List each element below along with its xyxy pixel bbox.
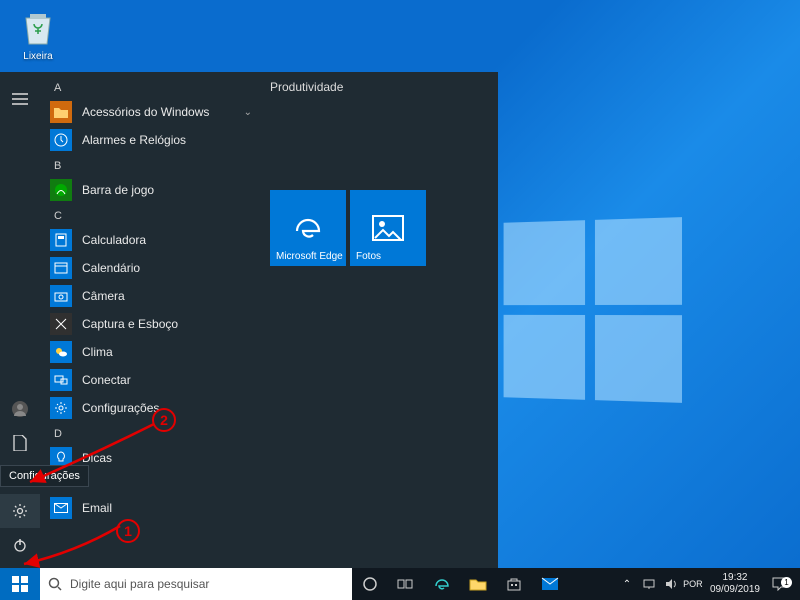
app-label: Alarmes e Relógios bbox=[82, 133, 186, 147]
windows-icon bbox=[12, 576, 28, 592]
calendar-icon bbox=[50, 257, 72, 279]
rail-settings-button[interactable] bbox=[0, 494, 40, 528]
search-icon bbox=[48, 577, 62, 591]
tile-fotos[interactable]: Fotos bbox=[350, 190, 426, 266]
app-item-acessorios[interactable]: Acessórios do Windows ⌄ bbox=[40, 98, 260, 126]
app-label: Clima bbox=[82, 345, 113, 359]
app-item-configuracoes[interactable]: Configurações bbox=[40, 394, 260, 422]
app-label: Calculadora bbox=[82, 233, 146, 247]
rail-expand-button[interactable] bbox=[0, 82, 40, 116]
clock-time: 19:32 bbox=[710, 572, 760, 584]
app-label: Captura e Esboço bbox=[82, 317, 178, 331]
start-menu: A Acessórios do Windows ⌄ Alarmes e Reló… bbox=[0, 72, 498, 568]
recycle-bin-icon bbox=[18, 8, 58, 48]
taskbar-mail[interactable] bbox=[532, 568, 568, 600]
notification-badge: 1 bbox=[781, 577, 792, 588]
photos-icon bbox=[371, 208, 405, 248]
start-menu-rail bbox=[0, 72, 40, 568]
app-label: Acessórios do Windows bbox=[82, 105, 209, 119]
app-label: Email bbox=[82, 501, 112, 515]
annotation-marker-2: 2 bbox=[152, 408, 176, 432]
letter-header[interactable]: C bbox=[40, 204, 260, 226]
app-label: Barra de jogo bbox=[82, 183, 154, 197]
app-item-email[interactable]: Email bbox=[40, 494, 260, 522]
app-label: Conectar bbox=[82, 373, 131, 387]
system-tray: ⌃ POR 19:32 09/09/2019 1 bbox=[616, 568, 800, 600]
app-item-calculadora[interactable]: Calculadora bbox=[40, 226, 260, 254]
rail-documents-button[interactable] bbox=[0, 426, 40, 460]
tile-edge[interactable]: Microsoft Edge bbox=[270, 190, 346, 266]
xbox-icon bbox=[50, 179, 72, 201]
settings-icon bbox=[50, 397, 72, 419]
letter-header[interactable]: D bbox=[40, 422, 260, 444]
tile-label: Microsoft Edge bbox=[276, 251, 343, 262]
app-item-clima[interactable]: Clima bbox=[40, 338, 260, 366]
tile-label: Fotos bbox=[356, 251, 381, 262]
search-placeholder: Digite aqui para pesquisar bbox=[70, 577, 209, 591]
tooltip-settings: Configurações bbox=[0, 465, 89, 487]
rail-power-button[interactable] bbox=[0, 528, 40, 562]
folder-icon bbox=[50, 101, 72, 123]
taskbar-search[interactable]: Digite aqui para pesquisar bbox=[40, 568, 352, 600]
letter-header[interactable]: A bbox=[40, 76, 260, 98]
clock-date: 09/09/2019 bbox=[710, 584, 760, 596]
taskbar: Digite aqui para pesquisar ⌃ POR 19:32 0… bbox=[0, 568, 800, 600]
app-item-camera[interactable]: Câmera bbox=[40, 282, 260, 310]
power-icon bbox=[12, 537, 28, 553]
edge-icon bbox=[291, 208, 325, 248]
mail-icon bbox=[50, 497, 72, 519]
taskbar-store[interactable] bbox=[496, 568, 532, 600]
chevron-down-icon: ⌄ bbox=[244, 107, 252, 118]
app-item-alarmes[interactable]: Alarmes e Relógios bbox=[40, 126, 260, 154]
app-label: Dicas bbox=[82, 451, 112, 465]
tray-volume-icon[interactable] bbox=[660, 568, 682, 600]
gear-icon bbox=[12, 503, 28, 519]
letter-header[interactable]: B bbox=[40, 154, 260, 176]
taskbar-explorer[interactable] bbox=[460, 568, 496, 600]
weather-icon bbox=[50, 341, 72, 363]
tray-expand[interactable]: ⌃ bbox=[616, 568, 638, 600]
start-menu-tiles: Produtividade Microsoft Edge Fotos bbox=[260, 72, 498, 568]
tray-language[interactable]: POR bbox=[682, 568, 704, 600]
app-item-barra-jogo[interactable]: Barra de jogo bbox=[40, 176, 260, 204]
taskbar-cortana[interactable] bbox=[352, 568, 388, 600]
app-label: Calendário bbox=[82, 261, 140, 275]
notification-center[interactable]: 1 bbox=[766, 577, 794, 591]
taskbar-clock[interactable]: 19:32 09/09/2019 bbox=[704, 572, 766, 596]
desktop-icon-recycle-bin[interactable]: Lixeira bbox=[8, 8, 68, 62]
app-label: Câmera bbox=[82, 289, 125, 303]
connect-icon bbox=[50, 369, 72, 391]
recycle-bin-label: Lixeira bbox=[8, 51, 68, 62]
snip-icon bbox=[50, 313, 72, 335]
app-label: Configurações bbox=[82, 401, 159, 415]
calculator-icon bbox=[50, 229, 72, 251]
camera-icon bbox=[50, 285, 72, 307]
rail-user-button[interactable] bbox=[0, 392, 40, 426]
taskbar-taskview[interactable] bbox=[388, 568, 424, 600]
annotation-marker-1: 1 bbox=[116, 519, 140, 543]
tiles-group-header[interactable]: Produtividade bbox=[270, 80, 488, 94]
app-item-captura[interactable]: Captura e Esboço bbox=[40, 310, 260, 338]
tray-network-icon[interactable] bbox=[638, 568, 660, 600]
start-menu-app-list[interactable]: A Acessórios do Windows ⌄ Alarmes e Reló… bbox=[40, 72, 260, 568]
app-item-calendario[interactable]: Calendário bbox=[40, 254, 260, 282]
app-item-conectar[interactable]: Conectar bbox=[40, 366, 260, 394]
taskbar-edge[interactable] bbox=[424, 568, 460, 600]
start-button[interactable] bbox=[0, 568, 40, 600]
clock-icon bbox=[50, 129, 72, 151]
wallpaper-windows-logo bbox=[504, 217, 682, 403]
